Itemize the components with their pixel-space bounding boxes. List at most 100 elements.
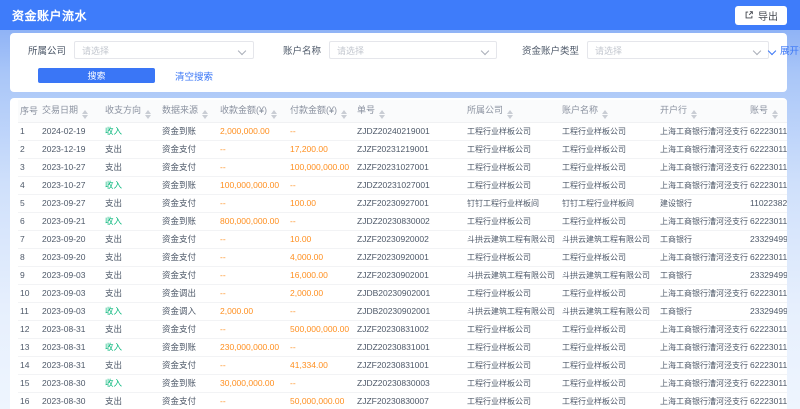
filter-label-account-name: 账户名称 [283,43,321,57]
cell-direction: 收入 [103,374,160,392]
sort-icon [341,110,347,119]
column-header-account-name[interactable]: 账户名称 [560,100,658,122]
cell-account-no: 622230111 [748,284,787,302]
cell-direction: 支出 [103,248,160,266]
cell-order-no: ZJDZ20231027001 [355,176,465,194]
cell-index: 15 [18,374,40,392]
cell-account-no: 622230111 [748,248,787,266]
cell-index: 5 [18,194,40,212]
cell-direction: 收入 [103,122,160,140]
cell-payment-amount: 50,000,000.00 [288,392,355,409]
sort-icon [507,110,513,119]
column-header-income-amount[interactable]: 收款金额(¥) [218,100,288,122]
cell-payment-amount: 500,000,000.00 [288,320,355,338]
cell-bank: 工商银行 [658,266,748,284]
column-header-order-no[interactable]: 单号 [355,100,465,122]
company-select[interactable]: 请选择 [74,41,254,59]
cell-order-no: ZJDB20230902001 [355,302,465,320]
cell-account-no: 622230111 [748,374,787,392]
account-name-select-placeholder: 请选择 [337,44,364,57]
search-button[interactable]: 搜索 [38,68,155,83]
cell-account-name: 斗拱云建筑工程有限公司 [560,302,658,320]
cell-account-name: 工程行业样板公司 [560,338,658,356]
cell-data-source: 资金到账 [160,212,218,230]
cell-account-name: 工程行业样板公司 [560,320,658,338]
sort-icon [379,110,385,119]
column-header-payment-amount[interactable]: 付款金额(¥) [288,100,355,122]
cell-income-amount: -- [218,320,288,338]
column-header-account-no[interactable]: 账号 [748,100,787,122]
account-name-select[interactable]: 请选择 [329,41,497,59]
cell-bank: 上海工商银行漕河泾支行 [658,122,748,140]
cell-index: 4 [18,176,40,194]
cell-payment-amount: -- [288,122,355,140]
chevron-down-icon [239,47,246,54]
column-header-trade-date[interactable]: 交易日期 [40,100,103,122]
cell-account-name: 工程行业样板公司 [560,212,658,230]
cell-index: 9 [18,266,40,284]
cell-income-amount: 30,000,000.00 [218,374,288,392]
cell-account-no: 23329499- [748,230,787,248]
table-row: 142023-08-31支出资金支付--41,334.00ZJZF2023083… [18,356,787,374]
cell-company: 工程行业样板公司 [465,140,560,158]
cell-direction: 支出 [103,266,160,284]
cell-trade-date: 2023-08-30 [40,392,103,409]
cell-data-source: 资金调出 [160,284,218,302]
cell-account-no: 622230111 [748,122,787,140]
expand-filters-link[interactable]: 展开筛选 [769,43,800,57]
cell-income-amount: -- [218,140,288,158]
export-icon [744,10,754,20]
table-row: 82023-09-20支出资金支付--4,000.00ZJZF202309200… [18,248,787,266]
cell-payment-amount: 16,000.00 [288,266,355,284]
clear-search-link[interactable]: 清空搜索 [175,69,213,83]
cell-company: 工程行业样板公司 [465,356,560,374]
cell-data-source: 资金支付 [160,320,218,338]
page-title: 资金账户流水 [12,7,87,24]
cell-trade-date: 2023-08-31 [40,338,103,356]
cell-trade-date: 2023-10-27 [40,176,103,194]
account-type-select-placeholder: 请选择 [595,44,622,57]
cell-trade-date: 2023-10-27 [40,158,103,176]
export-button-label: 导出 [758,8,778,23]
cell-order-no: ZJZF20230920002 [355,230,465,248]
cell-trade-date: 2024-02-19 [40,122,103,140]
cell-payment-amount: -- [288,176,355,194]
account-type-select[interactable]: 请选择 [587,41,769,59]
column-header-data-source[interactable]: 数据来源 [160,100,218,122]
cell-company: 斗拱云建筑工程有限公司 [465,230,560,248]
cell-company: 斗拱云建筑工程有限公司 [465,302,560,320]
cell-account-name: 斗拱云建筑工程有限公司 [560,230,658,248]
column-header-label: 付款金额(¥) [290,105,337,115]
column-header-direction[interactable]: 收支方向 [103,100,160,122]
cell-account-no: 622230111 [748,212,787,230]
column-header-bank[interactable]: 开户行 [658,100,748,122]
export-button[interactable]: 导出 [735,6,787,25]
cell-order-no: ZJDZ20230830003 [355,374,465,392]
cell-account-name: 工程行业样板公司 [560,140,658,158]
cell-data-source: 资金到账 [160,176,218,194]
cell-trade-date: 2023-08-30 [40,374,103,392]
flow-table: 序号交易日期收支方向数据来源收款金额(¥)付款金额(¥)单号所属公司账户名称开户… [18,100,787,409]
cell-account-no: 23329499- [748,302,787,320]
filter-label-account-type: 资金账户类型 [522,43,579,57]
cell-income-amount: 230,000,000.00 [218,338,288,356]
column-header-label: 收款金额(¥) [220,105,267,115]
cell-trade-date: 2023-09-27 [40,194,103,212]
column-header-label: 单号 [357,105,375,115]
company-select-placeholder: 请选择 [82,44,109,57]
cell-data-source: 资金支付 [160,140,218,158]
cell-income-amount: -- [218,392,288,409]
sort-icon [271,110,277,119]
column-header-company[interactable]: 所属公司 [465,100,560,122]
cell-bank: 上海工商银行漕河泾支行 [658,374,748,392]
cell-index: 8 [18,248,40,266]
chevron-down-icon [769,47,776,54]
cell-order-no: ZJZF20230902001 [355,266,465,284]
cell-index: 1 [18,122,40,140]
cell-order-no: ZJZF20230927001 [355,194,465,212]
cell-account-no: 622230111 [748,338,787,356]
cell-data-source: 资金支付 [160,266,218,284]
cell-data-source: 资金支付 [160,248,218,266]
cell-company: 工程行业样板公司 [465,338,560,356]
cell-order-no: ZJZF20230830007 [355,392,465,409]
